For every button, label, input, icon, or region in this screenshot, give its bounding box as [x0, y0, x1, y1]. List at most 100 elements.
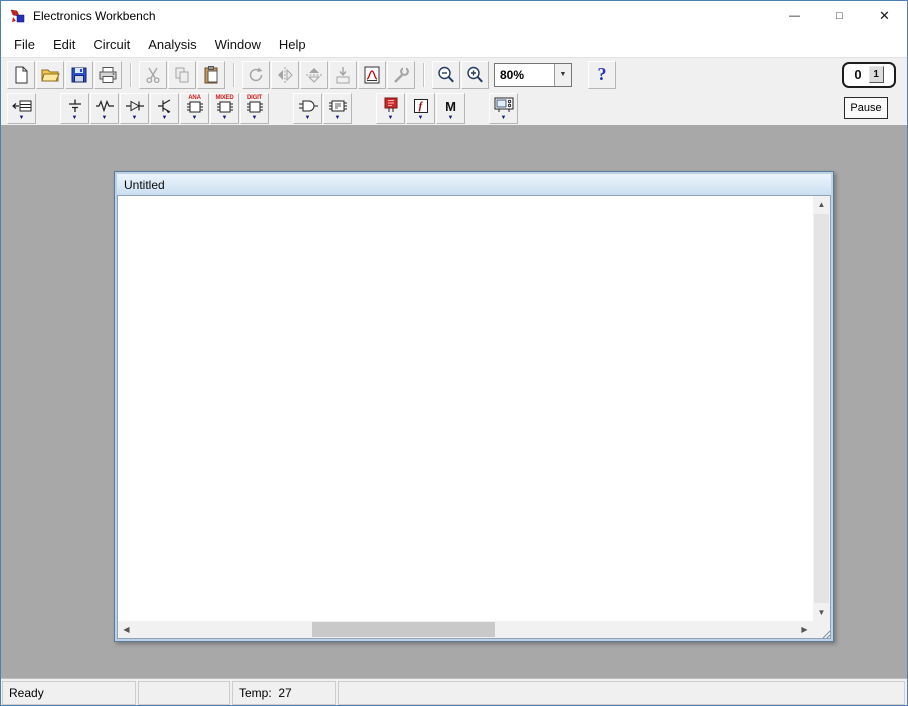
chevron-down-icon: ▼ [102, 115, 108, 121]
horizontal-scroll-thumb[interactable] [312, 622, 495, 637]
horizontal-scrollbar[interactable]: ◀ ▶ [118, 621, 813, 638]
maximize-button[interactable]: □ [817, 1, 862, 31]
analog-ics-bin-button[interactable]: ANA ▼ [180, 93, 209, 124]
window-title: Electronics Workbench [33, 9, 156, 23]
digital-bin-button[interactable]: ▼ [323, 93, 352, 124]
save-button[interactable] [65, 61, 93, 89]
create-subcircuit-button[interactable] [329, 61, 357, 89]
chevron-down-icon: ▼ [418, 115, 424, 121]
menu-window[interactable]: Window [206, 33, 270, 56]
print-button[interactable] [94, 61, 122, 89]
instruments-bin-icon [493, 97, 515, 113]
zoom-level-combo[interactable]: 80% ▼ [494, 63, 572, 87]
flip-horizontal-icon [275, 65, 295, 85]
diodes-bin-icon [125, 99, 145, 113]
paste-button[interactable] [197, 61, 225, 89]
print-icon [98, 65, 118, 85]
menu-edit[interactable]: Edit [44, 33, 84, 56]
rotate-icon [246, 65, 266, 85]
parts-bin-toolbar: ▼ ▼ ▼ ▼ ▼ [1, 91, 907, 125]
zoom-in-button[interactable] [461, 61, 489, 89]
document-title-bar[interactable]: Untitled [117, 174, 831, 195]
close-button[interactable]: ✕ [862, 1, 907, 31]
chevron-down-icon: ▼ [19, 115, 25, 121]
menu-analysis[interactable]: Analysis [139, 33, 205, 56]
instruments-bin-button[interactable]: ▼ [489, 93, 518, 124]
digital-bin-icon [327, 99, 349, 113]
power-off-label: 0 [854, 67, 861, 82]
vertical-scrollbar[interactable]: ▲ ▼ [813, 196, 830, 621]
status-message-cell [338, 681, 905, 705]
component-properties-button[interactable] [387, 61, 415, 89]
component-properties-icon [391, 65, 411, 85]
help-icon: ? [598, 64, 607, 85]
new-button[interactable] [7, 61, 35, 89]
power-on-button[interactable]: 1 [869, 66, 884, 83]
logic-gates-bin-icon [297, 99, 319, 113]
indicators-bin-button[interactable]: ▼ [376, 93, 405, 124]
resize-grip-icon[interactable] [822, 630, 831, 639]
miscellaneous-bin-button[interactable]: M ▼ [436, 93, 465, 124]
status-bar: Ready Temp: 27 [1, 678, 907, 706]
help-button[interactable]: ? [588, 61, 616, 89]
activate-simulation-switch[interactable]: 0 1 [842, 62, 896, 88]
copy-button[interactable] [168, 61, 196, 89]
open-button[interactable] [36, 61, 64, 89]
chevron-down-icon: ▼ [448, 115, 454, 121]
zoom-dropdown-button[interactable]: ▼ [554, 64, 571, 86]
title-bar[interactable]: Electronics Workbench — □ ✕ [1, 1, 907, 31]
digital-ics-bin-button[interactable]: DIGIT ▼ [240, 93, 269, 124]
scroll-left-icon[interactable]: ◀ [118, 621, 135, 638]
analog-ics-bin-icon [184, 101, 206, 113]
transistors-bin-button[interactable]: ▼ [150, 93, 179, 124]
cut-button[interactable] [139, 61, 167, 89]
pause-label: Pause [850, 102, 881, 114]
circuit-canvas[interactable] [118, 196, 813, 621]
minimize-button[interactable]: — [772, 1, 817, 31]
controls-bin-button[interactable]: f ▼ [406, 93, 435, 124]
status-ready-cell: Ready [2, 681, 136, 705]
chevron-down-icon: ▼ [222, 115, 228, 121]
vertical-scroll-thumb[interactable] [814, 214, 829, 603]
paste-icon [201, 65, 221, 85]
logic-gates-bin-button[interactable]: ▼ [293, 93, 322, 124]
status-empty-cell [138, 681, 230, 705]
favorites-bin-button[interactable]: ▼ [7, 93, 36, 124]
flip-horizontal-button[interactable] [271, 61, 299, 89]
rotate-button[interactable] [242, 61, 270, 89]
menu-circuit[interactable]: Circuit [84, 33, 139, 56]
zoom-out-button[interactable] [432, 61, 460, 89]
basic-bin-button[interactable]: ▼ [90, 93, 119, 124]
save-icon [69, 65, 89, 85]
zoom-level-value: 80% [495, 64, 554, 86]
sources-bin-button[interactable]: ▼ [60, 93, 89, 124]
menu-file[interactable]: File [5, 33, 44, 56]
menu-bar: File Edit Circuit Analysis Window Help [1, 31, 907, 57]
indicators-bin-icon [381, 97, 401, 113]
flip-vertical-button[interactable] [300, 61, 328, 89]
display-graphs-button[interactable] [358, 61, 386, 89]
status-temperature-cell: Temp: 27 [232, 681, 336, 705]
scroll-right-icon[interactable]: ▶ [796, 621, 813, 638]
favorites-bin-icon [11, 99, 33, 113]
chevron-down-icon: ▼ [501, 115, 507, 121]
toolbar-separator [130, 63, 132, 87]
scroll-up-icon[interactable]: ▲ [813, 196, 830, 213]
zoom-out-icon [436, 65, 456, 85]
menu-help[interactable]: Help [270, 33, 315, 56]
zoom-in-icon [465, 65, 485, 85]
mixed-ics-bin-button[interactable]: MIXED ▼ [210, 93, 239, 124]
sources-bin-icon [65, 99, 85, 113]
new-document-icon [11, 65, 31, 85]
document-title: Untitled [124, 178, 165, 192]
pause-button[interactable]: Pause [844, 97, 888, 119]
main-toolbar: 80% ▼ ? 0 1 [1, 57, 907, 91]
circuit-document-window: Untitled ▲ ▼ ◀ ▶ [114, 171, 834, 642]
toolbar-separator [423, 63, 425, 87]
controls-bin-icon: f [414, 99, 428, 113]
scroll-down-icon[interactable]: ▼ [813, 604, 830, 621]
diodes-bin-button[interactable]: ▼ [120, 93, 149, 124]
create-subcircuit-icon [333, 65, 353, 85]
app-window: Electronics Workbench — □ ✕ File Edit Ci… [0, 0, 908, 706]
chevron-down-icon: ▼ [192, 115, 198, 121]
